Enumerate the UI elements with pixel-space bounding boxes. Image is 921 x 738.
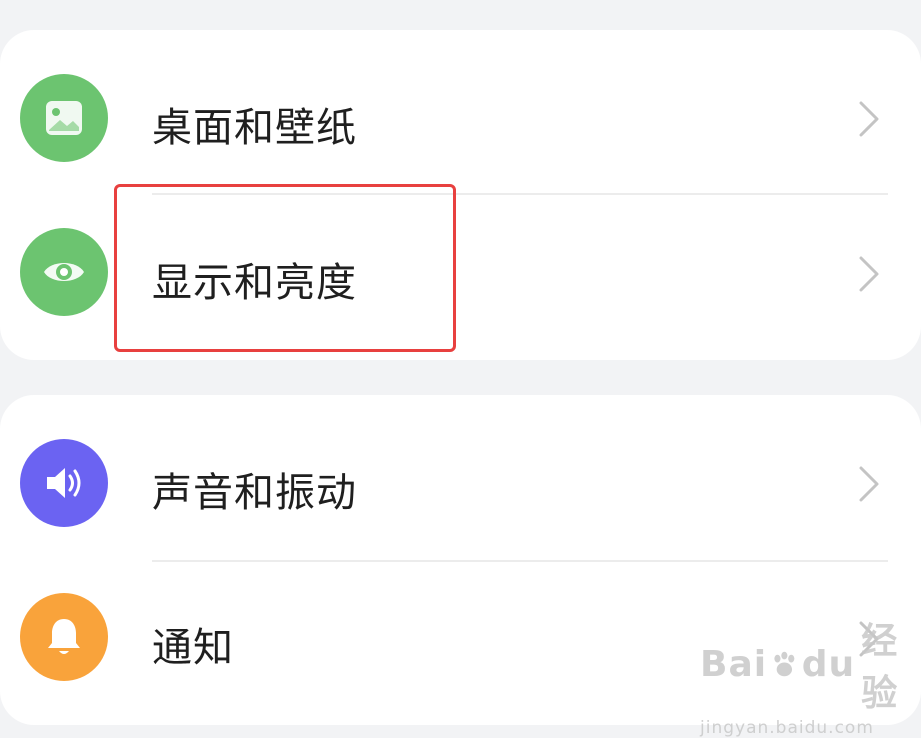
watermark-brand-right: du (801, 643, 856, 685)
speaker-icon (20, 439, 108, 527)
divider (152, 560, 888, 562)
baidu-jingyan-watermark: Bai du 经验 jingyan.baidu.com (700, 612, 921, 738)
watermark-brand-cn: 经验 (861, 621, 899, 714)
settings-item-sound-vibration[interactable]: 声音和振动 (0, 410, 921, 560)
settings-group-display: 桌面和壁纸 显示和亮度 (0, 30, 921, 360)
settings-item-label: 显示和亮度 (152, 260, 357, 306)
chevron-right-icon (859, 256, 879, 292)
display-icon (20, 228, 108, 316)
settings-item-label: 通知 (152, 625, 234, 671)
settings-item-wallpaper[interactable]: 桌面和壁纸 (0, 45, 921, 195)
settings-item-label: 桌面和壁纸 (152, 105, 357, 151)
watermark-brand: Bai du 经验 (700, 612, 921, 716)
watermark-brand-left: Bai (700, 643, 768, 685)
watermark-url: jingyan.baidu.com (700, 718, 874, 738)
chevron-right-icon (859, 466, 879, 502)
chevron-right-icon (859, 101, 879, 137)
divider (152, 193, 888, 195)
settings-item-display-brightness[interactable]: 显示和亮度 (0, 200, 921, 350)
wallpaper-icon (20, 74, 108, 162)
settings-item-label: 声音和振动 (152, 470, 357, 516)
paw-icon (774, 651, 795, 677)
bell-icon (20, 593, 108, 681)
